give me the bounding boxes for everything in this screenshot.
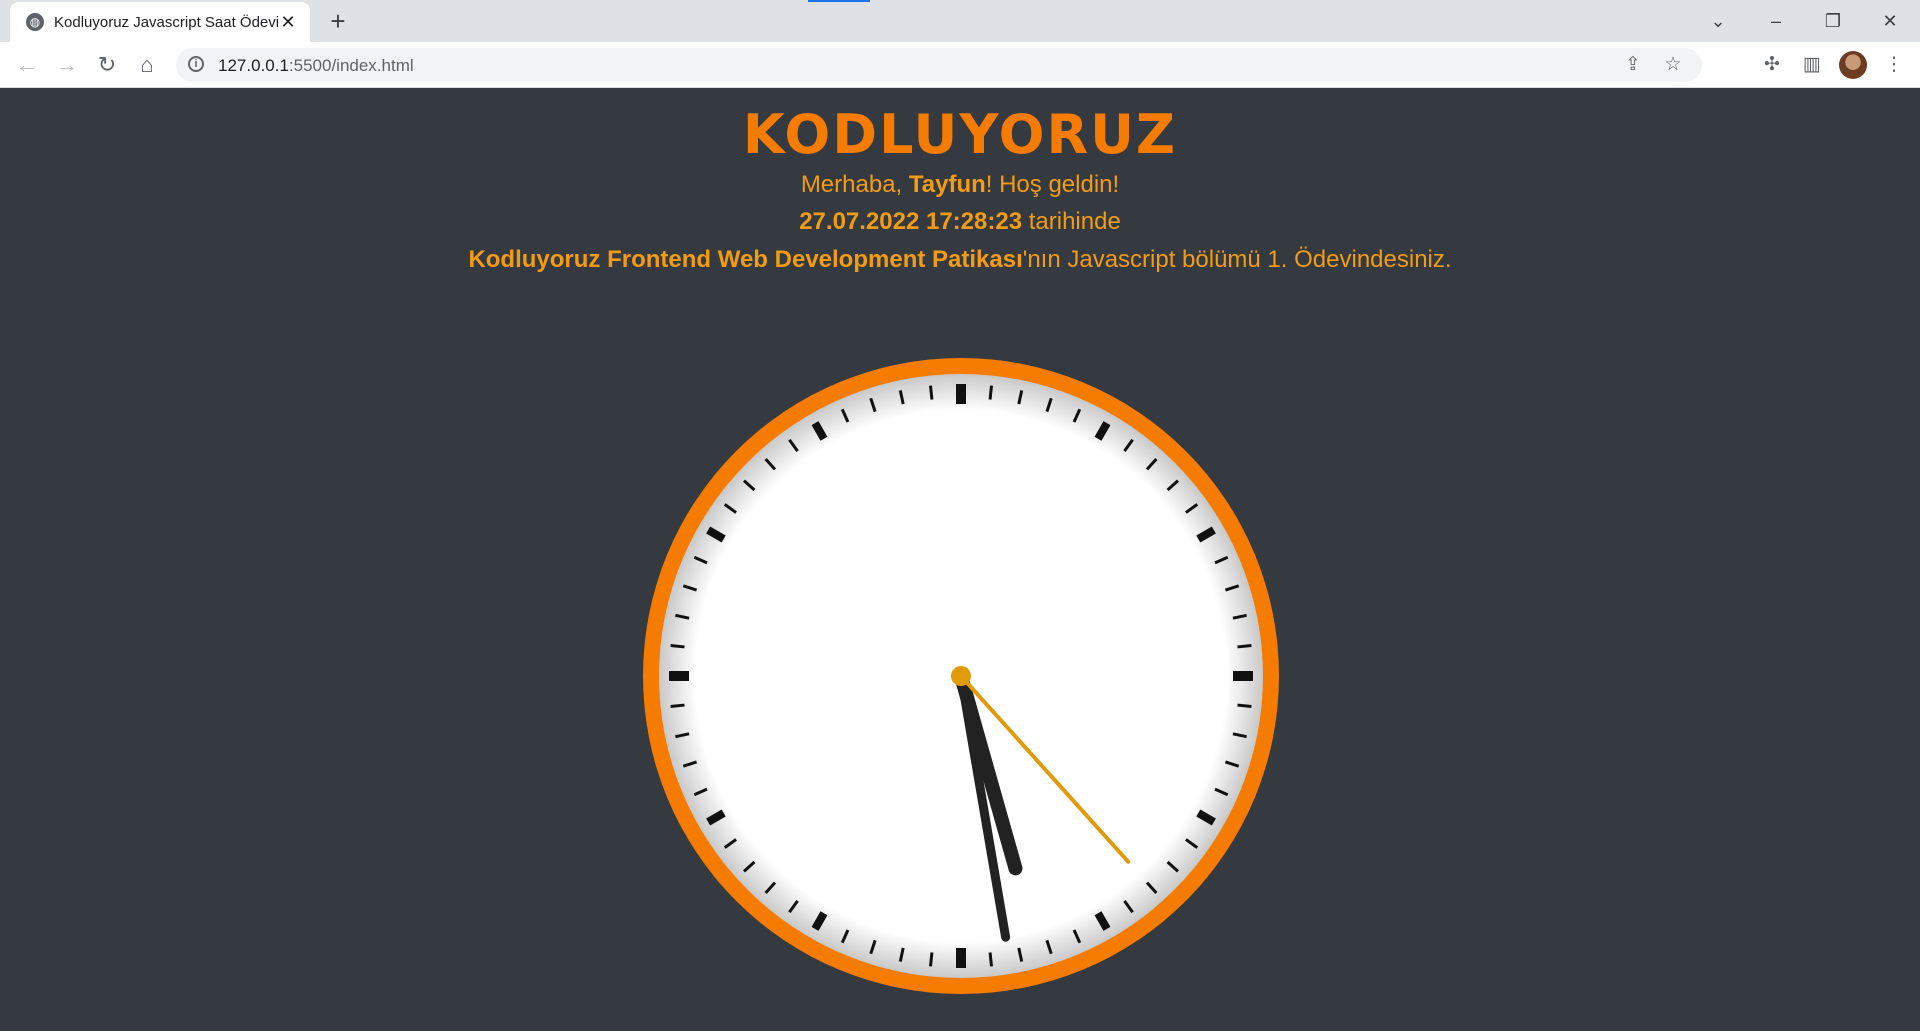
minute-tick (988, 385, 994, 400)
tab-search-icon[interactable]: ⌄ (1698, 6, 1738, 36)
browser-tabstrip: ◍ Kodluyoruz Javascript Saat Ödevi ✕ + ⌄… (0, 0, 1920, 42)
profile-avatar[interactable] (1839, 51, 1867, 79)
minute-tick (988, 952, 994, 967)
back-icon[interactable]: ← (12, 50, 42, 80)
new-tab-button[interactable]: + (324, 8, 352, 36)
extensions-icon[interactable]: ✣ (1757, 50, 1787, 80)
menu-kebab-icon[interactable]: ⋮ (1879, 50, 1909, 80)
minute-tick (670, 703, 685, 709)
url-text[interactable]: 127.0.0.1:5500/index.html (218, 56, 414, 76)
minute-tick (1237, 703, 1252, 709)
globe-icon: ◍ (26, 13, 44, 31)
page-content: KODLUYORUZ Merhaba, Tayfun! Hoş geldin! … (0, 88, 1920, 1031)
home-icon[interactable]: ⌂ (132, 50, 162, 80)
current-datetime: 27.07.2022 17:28:23 (799, 208, 1023, 235)
clock-face (643, 358, 1279, 994)
reload-icon[interactable]: ↻ (92, 50, 122, 80)
loading-indicator (808, 0, 870, 2)
tab-title: Kodluyoruz Javascript Saat Ödevi (54, 13, 280, 31)
minute-tick (928, 952, 934, 967)
forward-icon[interactable]: → (52, 50, 82, 80)
site-info-icon[interactable]: i (188, 56, 204, 72)
analog-clock (643, 358, 1279, 994)
address-bar[interactable]: i 127.0.0.1:5500/index.html ⇪ ☆ (176, 48, 1702, 82)
share-icon[interactable]: ⇪ (1620, 52, 1646, 78)
course-line: Kodluyoruz Frontend Web Development Pati… (468, 246, 1452, 273)
restore-button[interactable]: ❐ (1813, 6, 1853, 36)
side-panel-icon[interactable]: ▥ (1797, 50, 1827, 80)
clock-center-pin (951, 666, 971, 686)
close-tab-icon[interactable]: ✕ (278, 12, 298, 32)
kodluyoruz-logo: KODLUYORUZ (742, 103, 1178, 166)
minimize-button[interactable]: – (1756, 6, 1796, 36)
bookmark-star-icon[interactable]: ☆ (1660, 52, 1686, 78)
minute-tick (1237, 643, 1252, 649)
browser-tab[interactable]: ◍ Kodluyoruz Javascript Saat Ödevi ✕ (10, 2, 310, 42)
close-window-button[interactable]: ✕ (1870, 6, 1910, 36)
minute-tick (670, 643, 685, 649)
minute-tick (928, 385, 934, 400)
datetime-line: 27.07.2022 17:28:23 tarihinde (799, 208, 1121, 235)
browser-toolbar: ← → ↻ ⌂ i 127.0.0.1:5500/index.html ⇪ ☆ … (0, 42, 1920, 88)
course-name: Kodluyoruz Frontend Web Development Pati… (468, 246, 1023, 273)
user-name: Tayfun (908, 171, 986, 198)
greeting-line: Merhaba, Tayfun! Hoş geldin! (800, 171, 1120, 198)
